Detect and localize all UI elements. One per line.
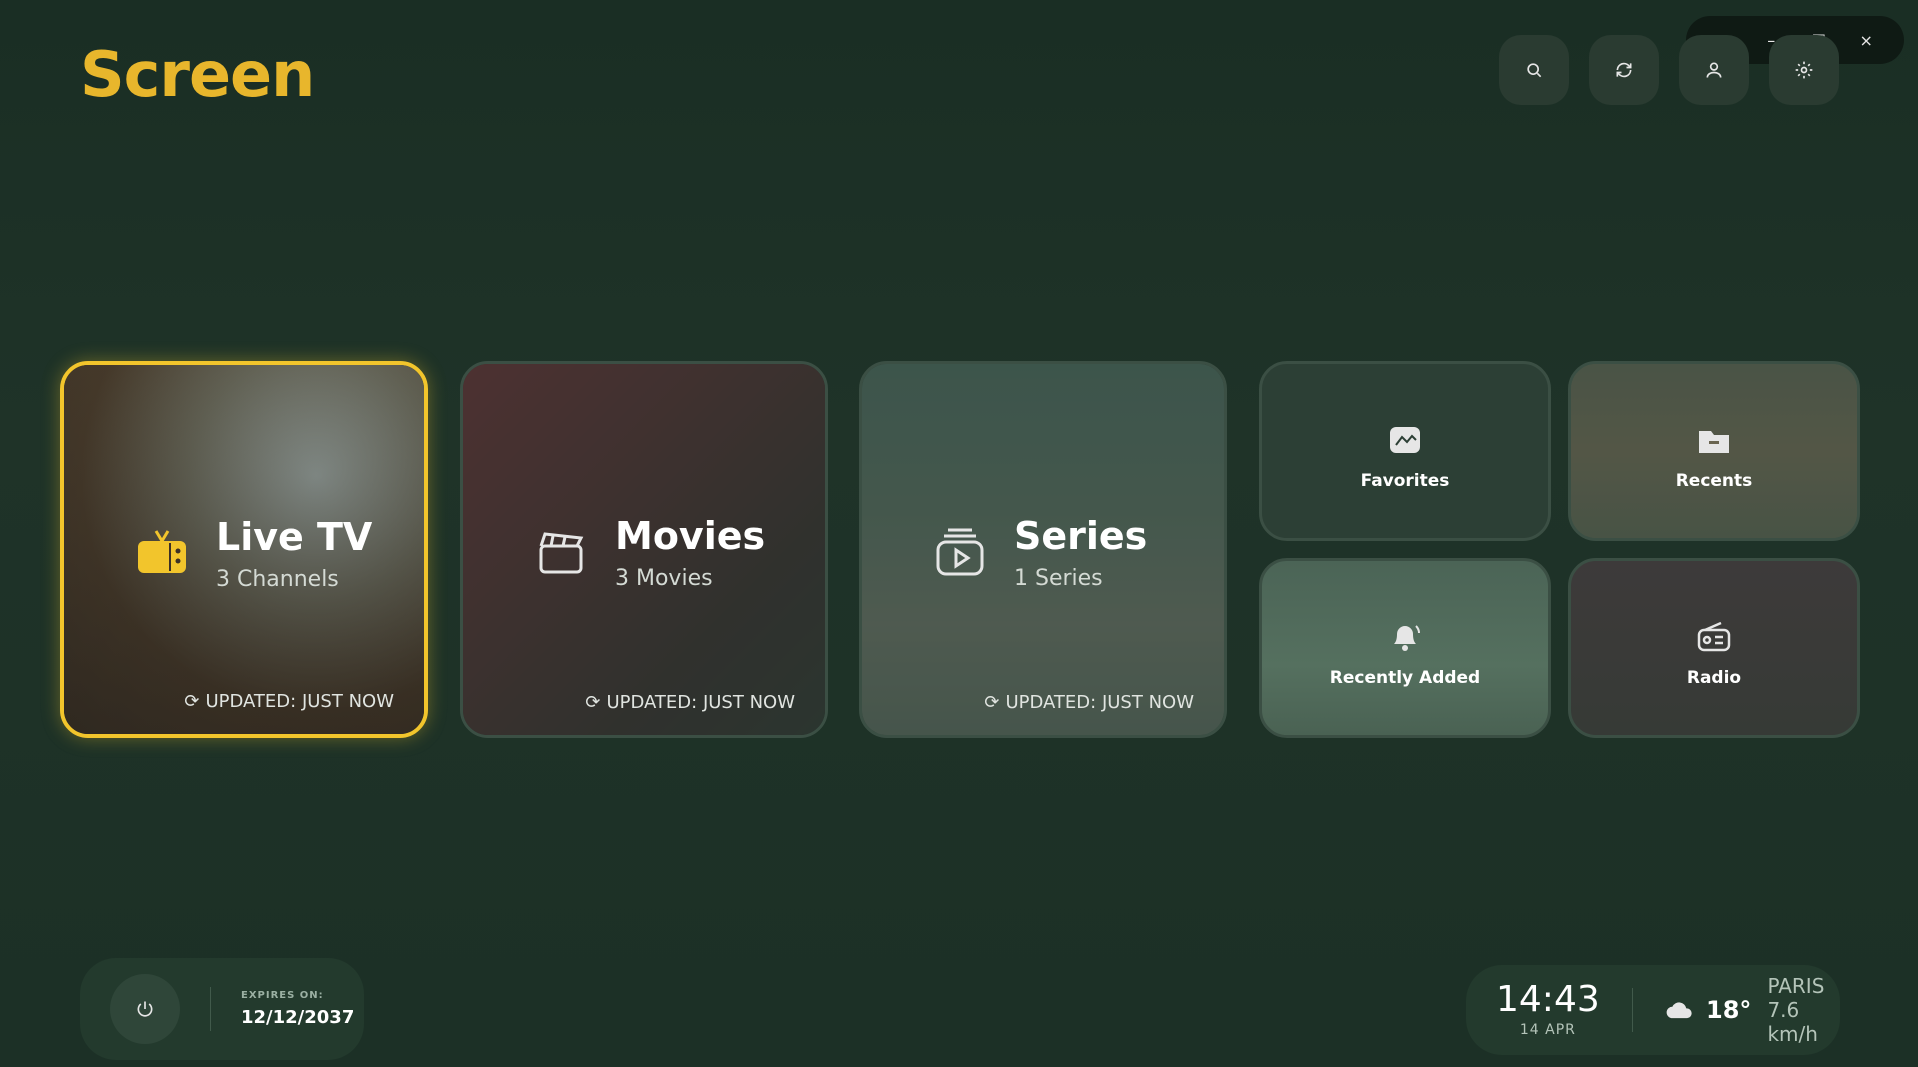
card-updated: ⟳ UPDATED: JUST NOW <box>184 691 394 712</box>
clock-weather-widget: 14:43 14 APR 18° PARIS 7.6 km/h <box>1466 965 1840 1055</box>
clapperboard-icon <box>539 532 584 574</box>
recents-card[interactable]: Recents <box>1568 361 1860 541</box>
window-close-button[interactable]: × <box>1851 25 1881 55</box>
radio-icon <box>1697 621 1731 652</box>
weather-temp: 18° <box>1706 996 1752 1024</box>
card-title: Series <box>1014 514 1148 558</box>
live-tv-card[interactable]: Live TV 3 Channels ⟳ UPDATED: JUST NOW <box>60 361 428 738</box>
favorites-card[interactable]: Favorites <box>1259 361 1551 541</box>
weather-wind: 7.6 km/h <box>1767 998 1818 1046</box>
divider <box>210 987 211 1031</box>
power-button[interactable] <box>110 974 180 1044</box>
series-card[interactable]: Series 1 Series ⟳ UPDATED: JUST NOW <box>859 361 1227 738</box>
card-subtitle: 3 Channels <box>216 567 339 592</box>
refresh-icon: ⟳ <box>184 691 200 712</box>
heart-star-icon <box>1390 427 1420 453</box>
recently-added-card[interactable]: Recently Added <box>1259 558 1551 738</box>
movies-card[interactable]: Movies 3 Movies ⟳ UPDATED: JUST NOW <box>460 361 828 738</box>
bell-icon <box>1394 625 1420 651</box>
user-button[interactable] <box>1679 35 1749 105</box>
refresh-icon: ⟳ <box>585 692 601 713</box>
expiry-widget: EXPIRES ON: 12/12/2037 <box>80 958 364 1060</box>
refresh-icon: ⟳ <box>984 692 1000 713</box>
refresh-icon <box>1616 62 1632 78</box>
clock-date: 14 APR <box>1519 1022 1576 1038</box>
card-subtitle: 1 Series <box>1014 566 1103 591</box>
expires-date: 12/12/2037 <box>241 1007 355 1028</box>
card-title: Live TV <box>216 515 373 559</box>
search-icon <box>1527 63 1542 78</box>
power-icon <box>137 1001 153 1017</box>
app-logo: Screen <box>80 38 315 111</box>
favorites-label: Favorites <box>1360 471 1450 491</box>
clock-time: 14:43 <box>1496 979 1600 1020</box>
card-title: Movies <box>615 514 766 558</box>
card-updated: ⟳ UPDATED: JUST NOW <box>984 692 1194 713</box>
user-icon <box>1706 62 1722 78</box>
settings-button[interactable] <box>1769 35 1839 105</box>
search-button[interactable] <box>1499 35 1569 105</box>
tv-icon <box>138 530 186 573</box>
weather-city: PARIS <box>1767 974 1825 998</box>
settings-icon <box>1795 61 1813 79</box>
card-updated: ⟳ UPDATED: JUST NOW <box>585 692 795 713</box>
top-toolbar <box>1499 35 1839 105</box>
radio-label: Radio <box>1686 668 1742 688</box>
radio-card[interactable]: Radio <box>1568 558 1860 738</box>
folder-icon <box>1699 431 1729 453</box>
play-stack-icon <box>936 528 984 576</box>
expires-label: EXPIRES ON: <box>241 990 324 1001</box>
recently-added-label: Recently Added <box>1329 668 1481 688</box>
cloud-icon <box>1666 1002 1692 1019</box>
divider <box>1631 988 1633 1032</box>
card-subtitle: 3 Movies <box>615 566 713 591</box>
refresh-button[interactable] <box>1589 35 1659 105</box>
clock: 14:43 14 APR <box>1496 979 1600 1039</box>
recents-label: Recents <box>1675 471 1753 491</box>
